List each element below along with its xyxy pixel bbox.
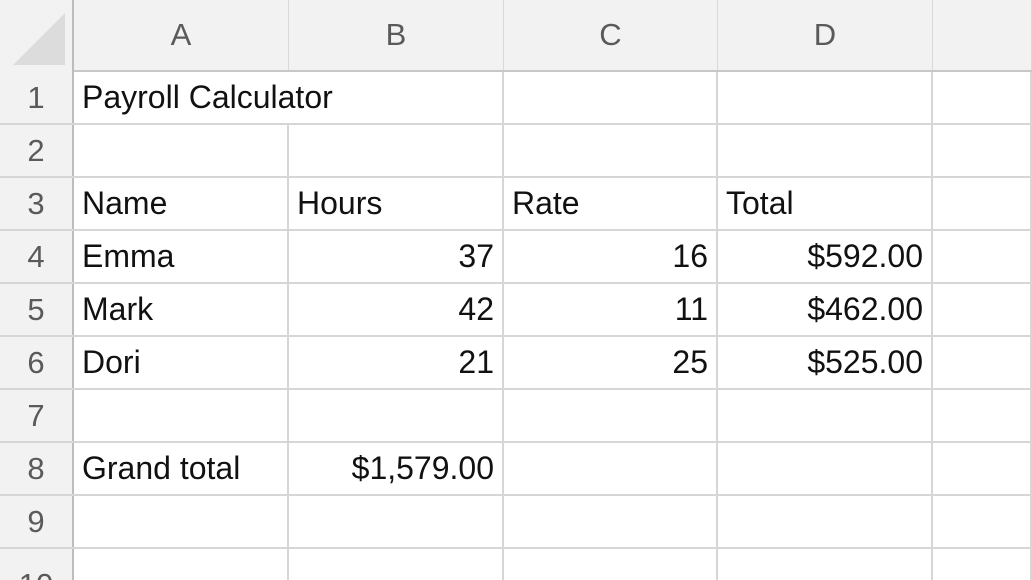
column-header-row: A B C D bbox=[0, 0, 1032, 72]
row-header-7[interactable]: 7 bbox=[0, 390, 74, 441]
cell-d7[interactable] bbox=[718, 390, 933, 441]
cell-e7[interactable] bbox=[933, 390, 1032, 441]
cell-e10[interactable] bbox=[933, 549, 1032, 580]
cell-b6[interactable]: 21 bbox=[289, 337, 504, 388]
cell-d4[interactable]: $592.00 bbox=[718, 231, 933, 282]
cell-e6[interactable] bbox=[933, 337, 1032, 388]
cell-a9[interactable] bbox=[74, 496, 289, 547]
cell-b9[interactable] bbox=[289, 496, 504, 547]
cell-c3[interactable]: Rate bbox=[504, 178, 718, 229]
cell-c1[interactable] bbox=[504, 72, 718, 123]
row-header-9[interactable]: 9 bbox=[0, 496, 74, 547]
table-row: 7 bbox=[0, 390, 1032, 443]
cell-a8[interactable]: Grand total bbox=[74, 443, 289, 494]
cell-e2[interactable] bbox=[933, 125, 1032, 176]
cell-a6[interactable]: Dori bbox=[74, 337, 289, 388]
row-header-1[interactable]: 1 bbox=[0, 72, 74, 123]
cell-b4[interactable]: 37 bbox=[289, 231, 504, 282]
table-row: 2 bbox=[0, 125, 1032, 178]
table-row: 1 Payroll Calculator bbox=[0, 72, 1032, 125]
cell-d3[interactable]: Total bbox=[718, 178, 933, 229]
row-header-6[interactable]: 6 bbox=[0, 337, 74, 388]
cell-b10[interactable] bbox=[289, 549, 504, 580]
table-row: 8 Grand total $1,579.00 bbox=[0, 443, 1032, 496]
cell-d6[interactable]: $525.00 bbox=[718, 337, 933, 388]
cell-b3[interactable]: Hours bbox=[289, 178, 504, 229]
cell-c10[interactable] bbox=[504, 549, 718, 580]
cell-e1[interactable] bbox=[933, 72, 1032, 123]
cell-c2[interactable] bbox=[504, 125, 718, 176]
column-header-e-partial[interactable] bbox=[933, 0, 1032, 70]
row-header-2[interactable]: 2 bbox=[0, 125, 74, 176]
cell-b8[interactable]: $1,579.00 bbox=[289, 443, 504, 494]
cell-a3[interactable]: Name bbox=[74, 178, 289, 229]
row-header-5[interactable]: 5 bbox=[0, 284, 74, 335]
cell-d8[interactable] bbox=[718, 443, 933, 494]
row-header-8[interactable]: 8 bbox=[0, 443, 74, 494]
cell-a2[interactable] bbox=[74, 125, 289, 176]
cell-e3[interactable] bbox=[933, 178, 1032, 229]
cell-a7[interactable] bbox=[74, 390, 289, 441]
cell-e5[interactable] bbox=[933, 284, 1032, 335]
cell-d9[interactable] bbox=[718, 496, 933, 547]
table-row: 3 Name Hours Rate Total bbox=[0, 178, 1032, 231]
cell-b7[interactable] bbox=[289, 390, 504, 441]
cell-e4[interactable] bbox=[933, 231, 1032, 282]
column-header-c[interactable]: C bbox=[504, 0, 718, 70]
table-row: 10 bbox=[0, 549, 1032, 580]
cell-c8[interactable] bbox=[504, 443, 718, 494]
cell-b5[interactable]: 42 bbox=[289, 284, 504, 335]
cell-a5[interactable]: Mark bbox=[74, 284, 289, 335]
cell-c6[interactable]: 25 bbox=[504, 337, 718, 388]
cell-e9[interactable] bbox=[933, 496, 1032, 547]
cell-b1[interactable] bbox=[289, 72, 504, 123]
spreadsheet-grid: A B C D 1 Payroll Calculator 2 3 Name Ho… bbox=[0, 0, 1032, 580]
table-row: 6 Dori 21 25 $525.00 bbox=[0, 337, 1032, 390]
row-header-3[interactable]: 3 bbox=[0, 178, 74, 229]
select-all-corner[interactable] bbox=[0, 0, 74, 72]
select-all-triangle-icon bbox=[13, 13, 65, 65]
cell-a10[interactable] bbox=[74, 549, 289, 580]
cell-d5[interactable]: $462.00 bbox=[718, 284, 933, 335]
cell-d1[interactable] bbox=[718, 72, 933, 123]
row-header-4[interactable]: 4 bbox=[0, 231, 74, 282]
cell-c4[interactable]: 16 bbox=[504, 231, 718, 282]
column-header-d[interactable]: D bbox=[718, 0, 933, 70]
table-row: 5 Mark 42 11 $462.00 bbox=[0, 284, 1032, 337]
cell-e8[interactable] bbox=[933, 443, 1032, 494]
row-header-10[interactable]: 10 bbox=[0, 549, 74, 580]
table-row: 9 bbox=[0, 496, 1032, 549]
table-row: 4 Emma 37 16 $592.00 bbox=[0, 231, 1032, 284]
cell-c7[interactable] bbox=[504, 390, 718, 441]
cell-d2[interactable] bbox=[718, 125, 933, 176]
cell-a1[interactable]: Payroll Calculator bbox=[74, 72, 333, 123]
column-header-b[interactable]: B bbox=[289, 0, 504, 70]
cell-c5[interactable]: 11 bbox=[504, 284, 718, 335]
cell-c9[interactable] bbox=[504, 496, 718, 547]
cell-d10[interactable] bbox=[718, 549, 933, 580]
cell-b2[interactable] bbox=[289, 125, 504, 176]
cell-a4[interactable]: Emma bbox=[74, 231, 289, 282]
column-header-a[interactable]: A bbox=[74, 0, 289, 70]
